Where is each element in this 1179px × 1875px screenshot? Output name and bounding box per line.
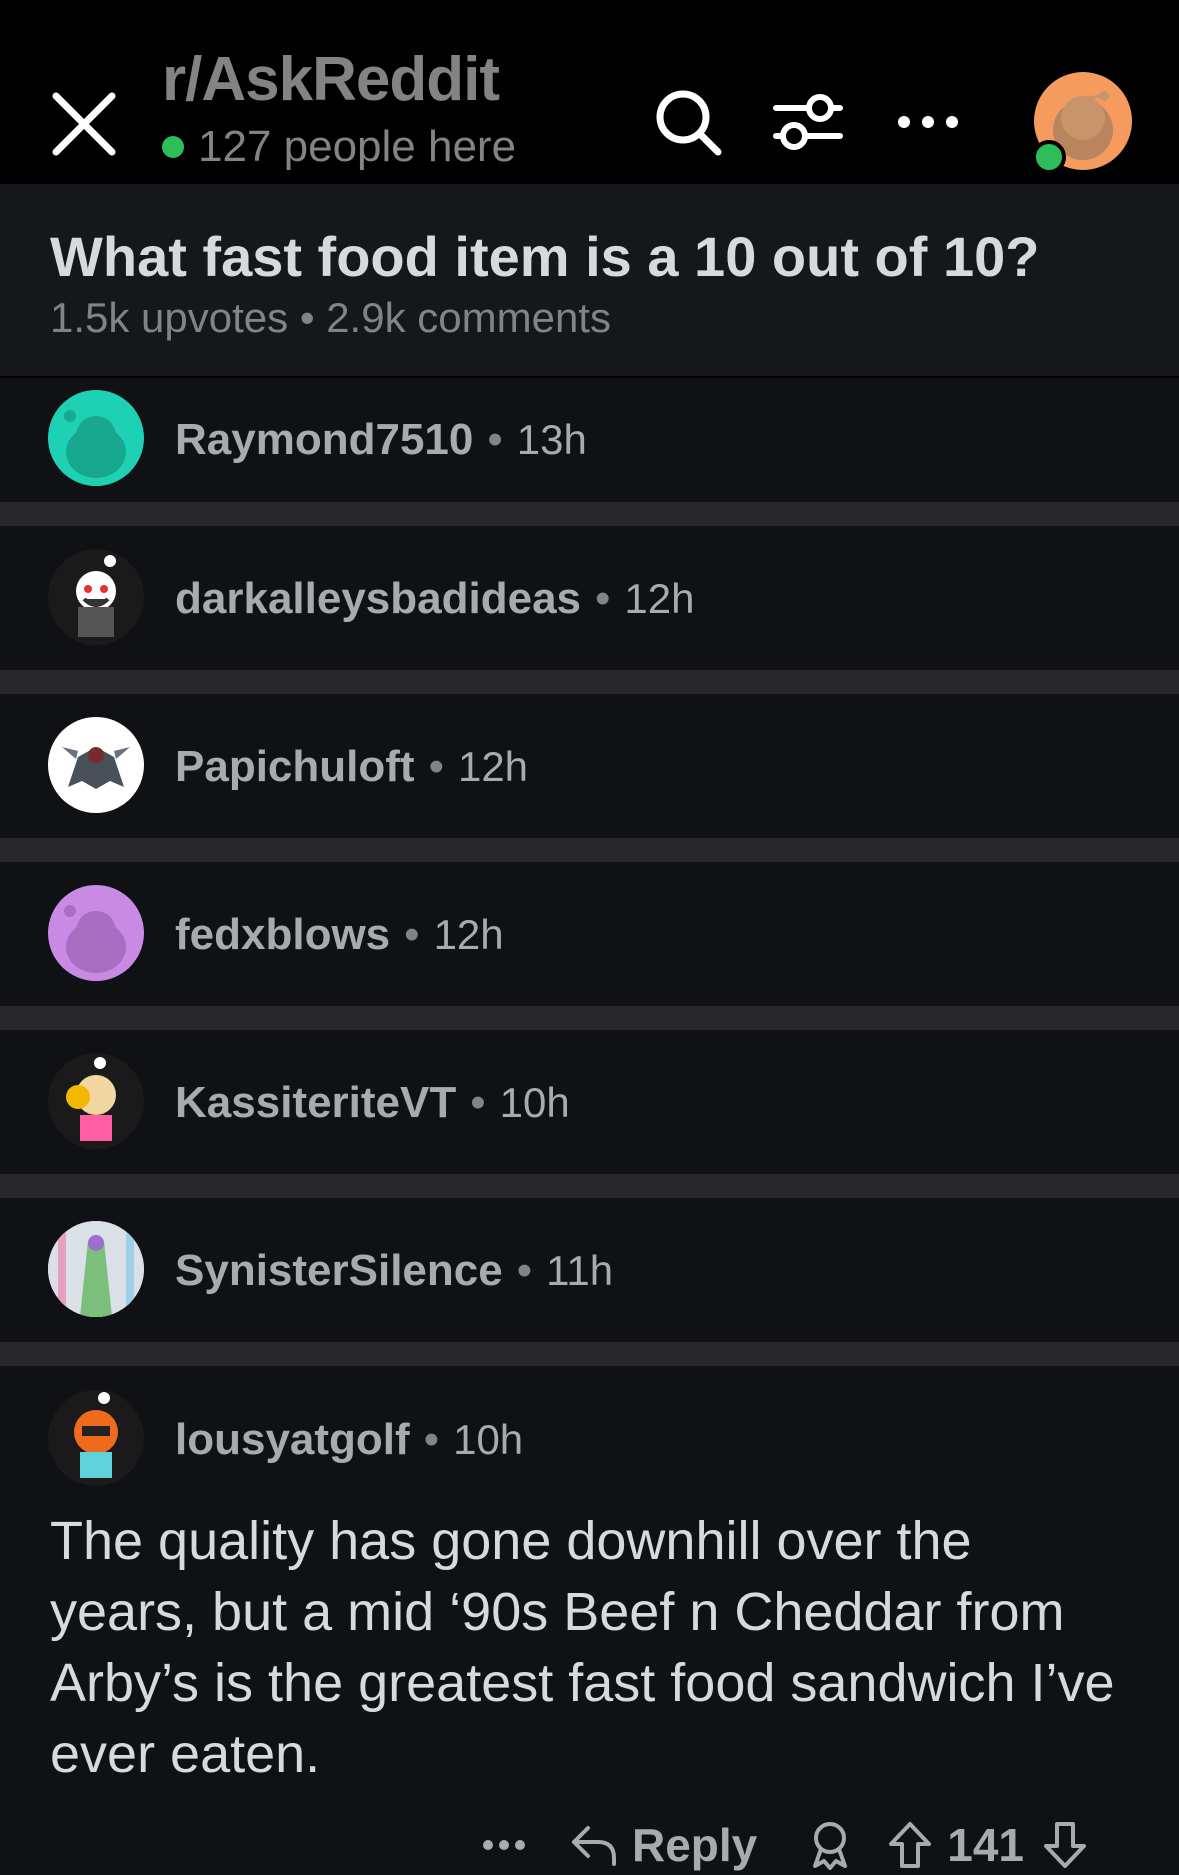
- comment-time: 12h: [457, 743, 529, 790]
- separator-dot: •: [404, 910, 420, 959]
- comment-divider: [0, 1342, 1179, 1366]
- comment-username[interactable]: lousyatgolf: [175, 1415, 410, 1465]
- snoo-avatar-icon: [66, 1057, 116, 1141]
- online-status-icon: [1032, 140, 1066, 174]
- upvote-button[interactable]: [887, 1820, 947, 1870]
- close-icon: [52, 92, 116, 156]
- comment-divider: [0, 1174, 1179, 1198]
- comment-username[interactable]: darkalleysbadideas: [175, 574, 581, 624]
- avatar: [48, 885, 144, 981]
- comment-body: The quality has gone downhill over the y…: [50, 1511, 1115, 1784]
- comment-time: 13h: [516, 416, 587, 463]
- snoo-avatar-icon: [62, 747, 130, 789]
- online-count: 127 people here: [162, 122, 516, 172]
- downvote-button[interactable]: [1042, 1820, 1088, 1870]
- filter-icon: [773, 94, 843, 150]
- comment-username[interactable]: KassiteriteVT: [175, 1078, 456, 1128]
- comment-divider: [0, 1006, 1179, 1030]
- post-header: What fast food item is a 10 out of 10? 1…: [0, 184, 1179, 378]
- separator-dot: •: [428, 742, 444, 791]
- online-dot-icon: [162, 136, 184, 158]
- more-icon: [898, 116, 958, 128]
- separator-dot: •: [516, 1246, 533, 1295]
- comment-actions: Reply 141: [480, 1812, 1088, 1875]
- reply-button[interactable]: Reply: [568, 1818, 757, 1872]
- avatar: [48, 390, 144, 486]
- comment-divider: [0, 670, 1179, 694]
- comment-username[interactable]: SynisterSilence: [175, 1246, 503, 1296]
- comment-username[interactable]: fedxblows: [175, 910, 390, 960]
- comment-row-collapsed[interactable]: Raymond7510 • 13h: [0, 378, 1179, 500]
- avatar: [48, 1390, 144, 1486]
- top-bar: r/AskReddit 127 people here: [0, 0, 1179, 184]
- avatar: [48, 717, 144, 813]
- comment-user-line: Raymond7510 • 13h: [175, 410, 587, 470]
- online-text: 127 people here: [198, 122, 517, 171]
- separator-dot: •: [423, 1415, 440, 1464]
- separator-dot: •: [595, 574, 611, 623]
- comment-username[interactable]: Raymond7510: [175, 415, 473, 465]
- filter-button[interactable]: [770, 84, 846, 160]
- avatar: [48, 549, 144, 645]
- subreddit-title[interactable]: r/AskReddit: [162, 44, 500, 115]
- award-icon: [813, 1822, 848, 1870]
- downvote-icon: [1044, 1822, 1087, 1868]
- upvote-icon: [889, 1822, 932, 1868]
- post-meta: 1.5k upvotes • 2.9k comments: [50, 294, 611, 341]
- comment-time: 10h: [453, 1416, 524, 1463]
- comment-time: 12h: [433, 911, 504, 958]
- vote-score: 141: [947, 1819, 1025, 1871]
- more-button[interactable]: [890, 84, 966, 160]
- search-button[interactable]: [650, 84, 726, 160]
- comment-row-collapsed[interactable]: KassiteriteVT • 10h: [0, 1030, 1179, 1172]
- comment-user-line: darkalleysbadideas • 12h: [175, 569, 695, 629]
- close-button[interactable]: [48, 88, 120, 160]
- reply-icon: [572, 1826, 616, 1866]
- award-button[interactable]: [807, 1820, 853, 1870]
- snoo-avatar-icon: [76, 555, 116, 637]
- comment-row-collapsed[interactable]: fedxblows • 12h: [0, 862, 1179, 1004]
- comment-time: 11h: [546, 1247, 614, 1294]
- comment-row-collapsed[interactable]: Papichuloft • 12h: [0, 694, 1179, 836]
- reply-label: Reply: [632, 1819, 758, 1871]
- snoo-avatar-icon: [48, 1221, 144, 1317]
- post-title[interactable]: What fast food item is a 10 out of 10?: [50, 224, 1039, 289]
- snoo-avatar-icon: [74, 1392, 118, 1478]
- snoo-avatar-icon: [64, 410, 126, 478]
- comment-user-line: KassiteriteVT • 10h: [175, 1073, 570, 1133]
- avatar: [48, 1221, 144, 1317]
- comment-row-collapsed[interactable]: SynisterSilence • 11h: [0, 1198, 1179, 1340]
- separator-dot: •: [487, 415, 503, 464]
- comment-time: 12h: [624, 575, 695, 622]
- separator-dot: •: [470, 1078, 486, 1127]
- comment-more-button[interactable]: [480, 1835, 528, 1855]
- comment-user-line: lousyatgolf • 10h: [175, 1410, 523, 1470]
- comment-user-line: fedxblows • 12h: [175, 905, 504, 965]
- comment-username[interactable]: Papichuloft: [175, 742, 415, 792]
- more-icon: [483, 1840, 525, 1850]
- snoo-avatar-icon: [64, 905, 126, 973]
- search-icon: [656, 90, 722, 156]
- comment-row-collapsed[interactable]: darkalleysbadideas • 12h: [0, 526, 1179, 668]
- comment-divider: [0, 502, 1179, 526]
- comment-time: 10h: [499, 1079, 570, 1126]
- avatar: [48, 1053, 144, 1149]
- comment-user-line: SynisterSilence • 11h: [175, 1241, 613, 1301]
- comment-divider: [0, 838, 1179, 862]
- comment-user-line: Papichuloft • 12h: [175, 737, 528, 797]
